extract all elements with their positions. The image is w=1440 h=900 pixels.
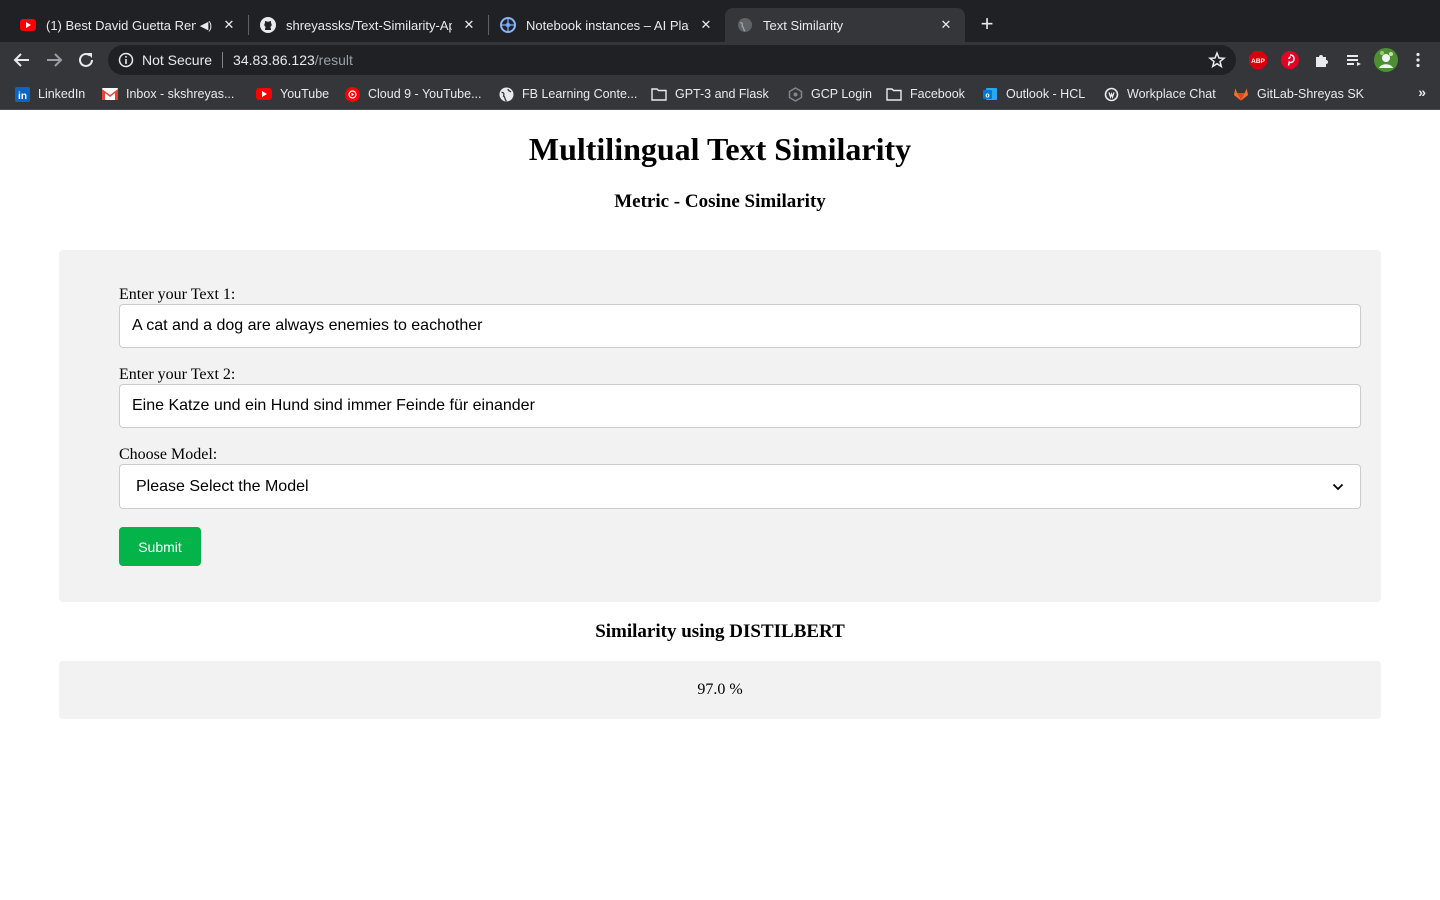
bookmark-label: GPT-3 and Flask	[675, 87, 769, 101]
forward-button[interactable]	[41, 47, 67, 73]
info-icon[interactable]	[118, 52, 134, 68]
text1-label: Enter your Text 1:	[119, 286, 236, 303]
bookmark-label: Outlook - HCL	[1006, 87, 1086, 101]
result-heading: Similarity using DISTILBERT	[595, 621, 845, 642]
tab-title: (1) Best David Guetta Remi	[46, 17, 196, 33]
reading-list-icon[interactable]	[1344, 50, 1364, 70]
tab-strip: (1) Best David Guetta Remi ◀︎) ✕ shreyas…	[0, 0, 1440, 42]
bookmark-label: Inbox - skshreyas...	[126, 87, 235, 101]
chevron-down-icon	[1332, 478, 1344, 496]
gitlab-icon	[1233, 86, 1249, 102]
bookmark-label: Facebook	[910, 87, 965, 101]
text2-value: Eine Katze und ein Hund sind immer Feind…	[132, 397, 535, 414]
more-bookmarks-button[interactable]: »	[1418, 84, 1426, 100]
browser-toolbar: Not Secure 34.83.86.123 /result ABP	[0, 42, 1440, 78]
bookmark-youtube[interactable]: YouTube	[256, 85, 329, 103]
bookmark-workplace-chat[interactable]: Workplace Chat	[1103, 85, 1216, 103]
close-icon[interactable]: ✕	[697, 16, 715, 34]
tab-title: shreyassks/Text-Similarity-App	[286, 17, 452, 33]
reload-button[interactable]	[73, 47, 99, 73]
similarity-score: 97.0 %	[697, 681, 743, 698]
svg-text:o: o	[985, 93, 989, 100]
globe-icon	[737, 17, 753, 33]
tab-github[interactable]: shreyassks/Text-Similarity-App ✕	[248, 8, 488, 42]
linkedin-icon: in	[14, 86, 30, 102]
bookmark-label: Workplace Chat	[1127, 87, 1216, 101]
adblock-plus-icon[interactable]: ABP	[1248, 50, 1268, 70]
back-arrow-icon	[13, 53, 29, 67]
svg-text:in: in	[18, 91, 27, 102]
bookmark-label: FB Learning Conte...	[522, 87, 638, 101]
result-panel: 97.0 %	[59, 661, 1381, 719]
page-content: Multilingual Text Similarity Metric - Co…	[0, 111, 1440, 900]
bookmark-gcp-login[interactable]: GCP Login	[787, 85, 872, 103]
text1-value: A cat and a dog are always enemies to ea…	[132, 317, 483, 334]
gmail-icon	[102, 86, 118, 102]
bookmark-gitlab[interactable]: GitLab-Shreyas SK	[1233, 85, 1364, 103]
page-subtitle: Metric - Cosine Similarity	[614, 191, 826, 212]
bookmark-label: GCP Login	[811, 87, 872, 101]
svg-text:ABP: ABP	[1251, 58, 1265, 65]
tab-title: Notebook instances – AI Platfo	[526, 17, 689, 33]
bookmark-outlook[interactable]: o Outlook - HCL	[982, 85, 1085, 103]
address-bar[interactable]: Not Secure 34.83.86.123 /result	[108, 45, 1236, 75]
bookmark-label: LinkedIn	[38, 87, 86, 101]
bookmark-cloud9[interactable]: Cloud 9 - YouTube...	[344, 85, 482, 103]
page-title: Multilingual Text Similarity	[528, 131, 912, 167]
pinterest-icon[interactable]	[1280, 50, 1300, 70]
omnibox-divider	[222, 52, 224, 68]
cloud9-icon	[344, 86, 360, 102]
tab-title: Text Similarity	[763, 17, 844, 33]
bookmark-label: Cloud 9 - YouTube...	[368, 87, 482, 101]
url-path: /result	[314, 52, 353, 68]
bookmark-fb-learning[interactable]: FB Learning Conte...	[498, 85, 637, 103]
model-selected-value: Please Select the Model	[136, 477, 309, 495]
puzzle-icon[interactable]	[1312, 50, 1332, 70]
bookmark-folder-facebook[interactable]: Facebook	[886, 85, 965, 103]
forward-arrow-icon	[47, 53, 63, 67]
star-icon[interactable]	[1208, 50, 1226, 69]
text2-input[interactable]: Eine Katze und ein Hund sind immer Feind…	[119, 384, 1361, 428]
outlook-icon: o	[982, 86, 998, 102]
close-icon[interactable]: ✕	[220, 16, 238, 34]
bookmark-label: GitLab-Shreyas SK	[1257, 87, 1364, 101]
text1-input[interactable]: A cat and a dog are always enemies to ea…	[119, 304, 1361, 348]
bookmark-linkedin[interactable]: in LinkedIn	[14, 85, 85, 103]
profile-avatar[interactable]	[1374, 48, 1398, 72]
model-select[interactable]: Please Select the Model	[119, 464, 1361, 509]
ai-platform-icon	[500, 17, 516, 33]
reload-icon	[79, 52, 93, 67]
bookmarks-bar: in LinkedIn Inbox - skshreyas... YouTube…	[0, 78, 1440, 110]
tab-ai-platform[interactable]: Notebook instances – AI Platfo ✕	[488, 8, 725, 42]
github-icon	[260, 17, 276, 33]
youtube-icon	[256, 86, 272, 102]
tab-text-similarity[interactable]: Text Similarity ✕	[725, 8, 965, 42]
security-status: Not Secure	[142, 52, 213, 68]
model-label: Choose Model:	[119, 446, 218, 463]
gcp-icon	[787, 86, 803, 102]
back-button[interactable]	[9, 47, 35, 73]
bookmark-gmail[interactable]: Inbox - skshreyas...	[102, 85, 234, 103]
url-host: 34.83.86.123	[233, 52, 315, 68]
submit-button[interactable]: Submit	[119, 527, 201, 566]
bookmark-label: YouTube	[280, 87, 330, 101]
folder-icon	[651, 86, 667, 102]
text2-label: Enter your Text 2:	[119, 366, 236, 383]
youtube-icon	[20, 17, 36, 33]
folder-icon	[886, 86, 902, 102]
globe-icon	[498, 86, 514, 102]
new-tab-button[interactable]: +	[975, 13, 999, 37]
tab-youtube-music[interactable]: (1) Best David Guetta Remi ◀︎) ✕	[8, 8, 248, 42]
similarity-form: Enter your Text 1: A cat and a dog are a…	[59, 250, 1381, 602]
workplace-icon	[1103, 86, 1119, 102]
bookmark-folder-gpt3[interactable]: GPT-3 and Flask	[651, 85, 769, 103]
close-icon[interactable]: ✕	[460, 16, 478, 34]
kebab-menu-icon[interactable]	[1408, 50, 1428, 70]
speaker-icon[interactable]: ◀︎)	[200, 19, 212, 32]
close-icon[interactable]: ✕	[937, 16, 955, 34]
